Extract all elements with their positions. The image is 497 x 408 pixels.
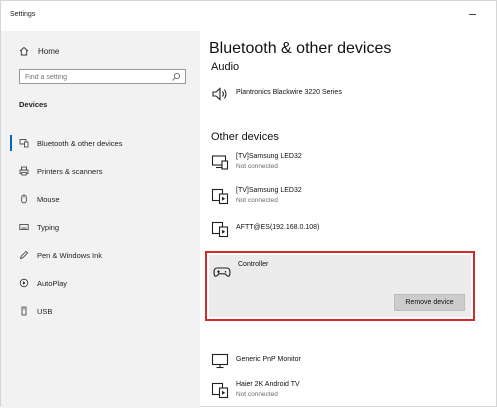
- keyboard-icon: [19, 222, 29, 232]
- search-box[interactable]: [19, 69, 186, 84]
- usb-icon: [19, 306, 29, 316]
- nav-item-label: Mouse: [37, 194, 60, 204]
- other-devices-heading: Other devices: [211, 131, 279, 143]
- device-name: Plantronics Blackwire 3220 Series: [236, 89, 342, 96]
- devices-section-label: Devices: [19, 100, 48, 109]
- autoplay-icon: [19, 278, 29, 288]
- device-name: Generic PnP Monitor: [236, 356, 301, 363]
- media-device-icon: [211, 220, 229, 238]
- home-link[interactable]: Home: [19, 44, 59, 58]
- audio-heading: Audio: [211, 61, 240, 73]
- nav-item-label: Typing: [37, 222, 60, 232]
- nav-item-label: USB: [37, 306, 53, 316]
- nav-item-label: Pen & Windows Ink: [37, 250, 103, 260]
- remove-device-button[interactable]: Remove device: [394, 294, 465, 311]
- search-input[interactable]: [25, 72, 165, 82]
- bluetooth-devices-icon: [19, 138, 29, 148]
- nav-list: Bluetooth & other devices Printers & sca…: [1, 129, 200, 325]
- printer-icon: [19, 166, 29, 176]
- device-item-controller[interactable]: Controller Remove device: [205, 251, 475, 321]
- page-title: Bluetooth & other devices: [209, 40, 392, 57]
- device-item-aftt[interactable]: AFTT@ES(192.168.0.108): [211, 217, 481, 243]
- media-device-icon: [211, 381, 229, 399]
- device-item-pnp-monitor[interactable]: Generic PnP Monitor: [211, 349, 481, 375]
- device-name: Controller: [238, 261, 269, 268]
- search-icon[interactable]: [171, 72, 181, 82]
- speaker-icon: [211, 85, 229, 103]
- device-status: Not connected: [236, 163, 278, 170]
- nav-item-bluetooth[interactable]: Bluetooth & other devices: [1, 129, 200, 157]
- nav-item-label: AutoPlay: [37, 278, 68, 288]
- device-item-haier-tv[interactable]: Haier 2K Android TV Not connected: [211, 378, 481, 404]
- gamepad-icon: [213, 263, 231, 281]
- main-content: Bluetooth & other devices Audio Plantron…: [200, 31, 497, 408]
- window-title: Settings: [10, 11, 36, 18]
- nav-item-label: Bluetooth & other devices: [37, 138, 123, 148]
- nav-item-label: Printers & scanners: [37, 166, 103, 176]
- nav-item-usb[interactable]: USB: [1, 297, 200, 325]
- device-name: [TV]Samsung LED32: [236, 153, 302, 160]
- device-item-samsung-tv-2[interactable]: [TV]Samsung LED32 Not connected: [211, 184, 481, 210]
- nav-item-autoplay[interactable]: AutoPlay: [1, 269, 200, 297]
- title-bar: Settings: [1, 1, 497, 31]
- device-status: Not connected: [236, 197, 278, 204]
- nav-item-typing[interactable]: Typing: [1, 213, 200, 241]
- pen-icon: [19, 250, 29, 260]
- device-item-headset[interactable]: Plantronics Blackwire 3220 Series: [211, 82, 481, 108]
- device-item-samsung-tv-1[interactable]: [TV]Samsung LED32 Not connected: [211, 150, 481, 176]
- nav-item-printers[interactable]: Printers & scanners: [1, 157, 200, 185]
- device-name: [TV]Samsung LED32: [236, 187, 302, 194]
- nav-item-mouse[interactable]: Mouse: [1, 185, 200, 213]
- monitor-icon: [211, 352, 229, 370]
- device-name: Haier 2K Android TV: [236, 381, 300, 388]
- nav-item-pen[interactable]: Pen & Windows Ink: [1, 241, 200, 269]
- controller-panel: Controller Remove device: [209, 255, 471, 317]
- minimize-button[interactable]: [466, 7, 480, 21]
- display-icon: [211, 153, 229, 171]
- mouse-icon: [19, 194, 29, 204]
- home-icon: [19, 46, 29, 56]
- media-device-icon: [211, 187, 229, 205]
- device-name: AFTT@ES(192.168.0.108): [236, 224, 320, 231]
- device-status: Not connected: [236, 391, 278, 398]
- settings-window: Settings Home Devices Bluetooth & other …: [0, 0, 497, 408]
- sidebar: Home Devices Bluetooth & other devices P…: [1, 31, 200, 408]
- home-label: Home: [38, 46, 60, 56]
